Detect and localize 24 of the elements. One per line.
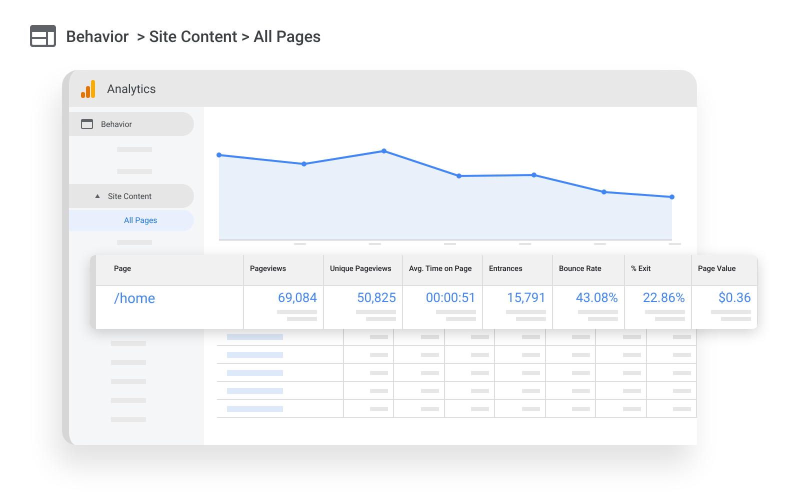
data-point <box>302 162 306 166</box>
table-value: 22.86% <box>642 291 685 307</box>
triangle-icon <box>95 194 100 198</box>
data-point <box>216 152 222 158</box>
nav-section[interactable]: Site Content <box>69 184 194 208</box>
page-link[interactable]: /home <box>114 291 156 307</box>
table-value: 50,825 <box>356 291 396 307</box>
table-value: 43.08% <box>576 291 618 307</box>
data-point <box>382 148 386 154</box>
bar-chart-logo-icon <box>81 80 95 98</box>
nav-section[interactable]: Behavior <box>69 112 194 136</box>
page-title: Behavior > Site Content > All Pages <box>66 26 321 46</box>
nav-item[interactable]: All Pages <box>69 210 194 231</box>
table-value: 69,084 <box>278 291 317 307</box>
table-value: $0.36 <box>718 291 751 307</box>
data-point <box>456 174 462 178</box>
data-point <box>602 190 606 194</box>
data-point <box>670 194 674 200</box>
app-title: Analytics <box>107 82 156 96</box>
window-icon <box>81 119 93 129</box>
table-value: 00:00:51 <box>426 291 476 307</box>
data-point <box>532 172 536 178</box>
layout-icon <box>30 25 56 47</box>
table-value: 15,791 <box>506 291 546 307</box>
